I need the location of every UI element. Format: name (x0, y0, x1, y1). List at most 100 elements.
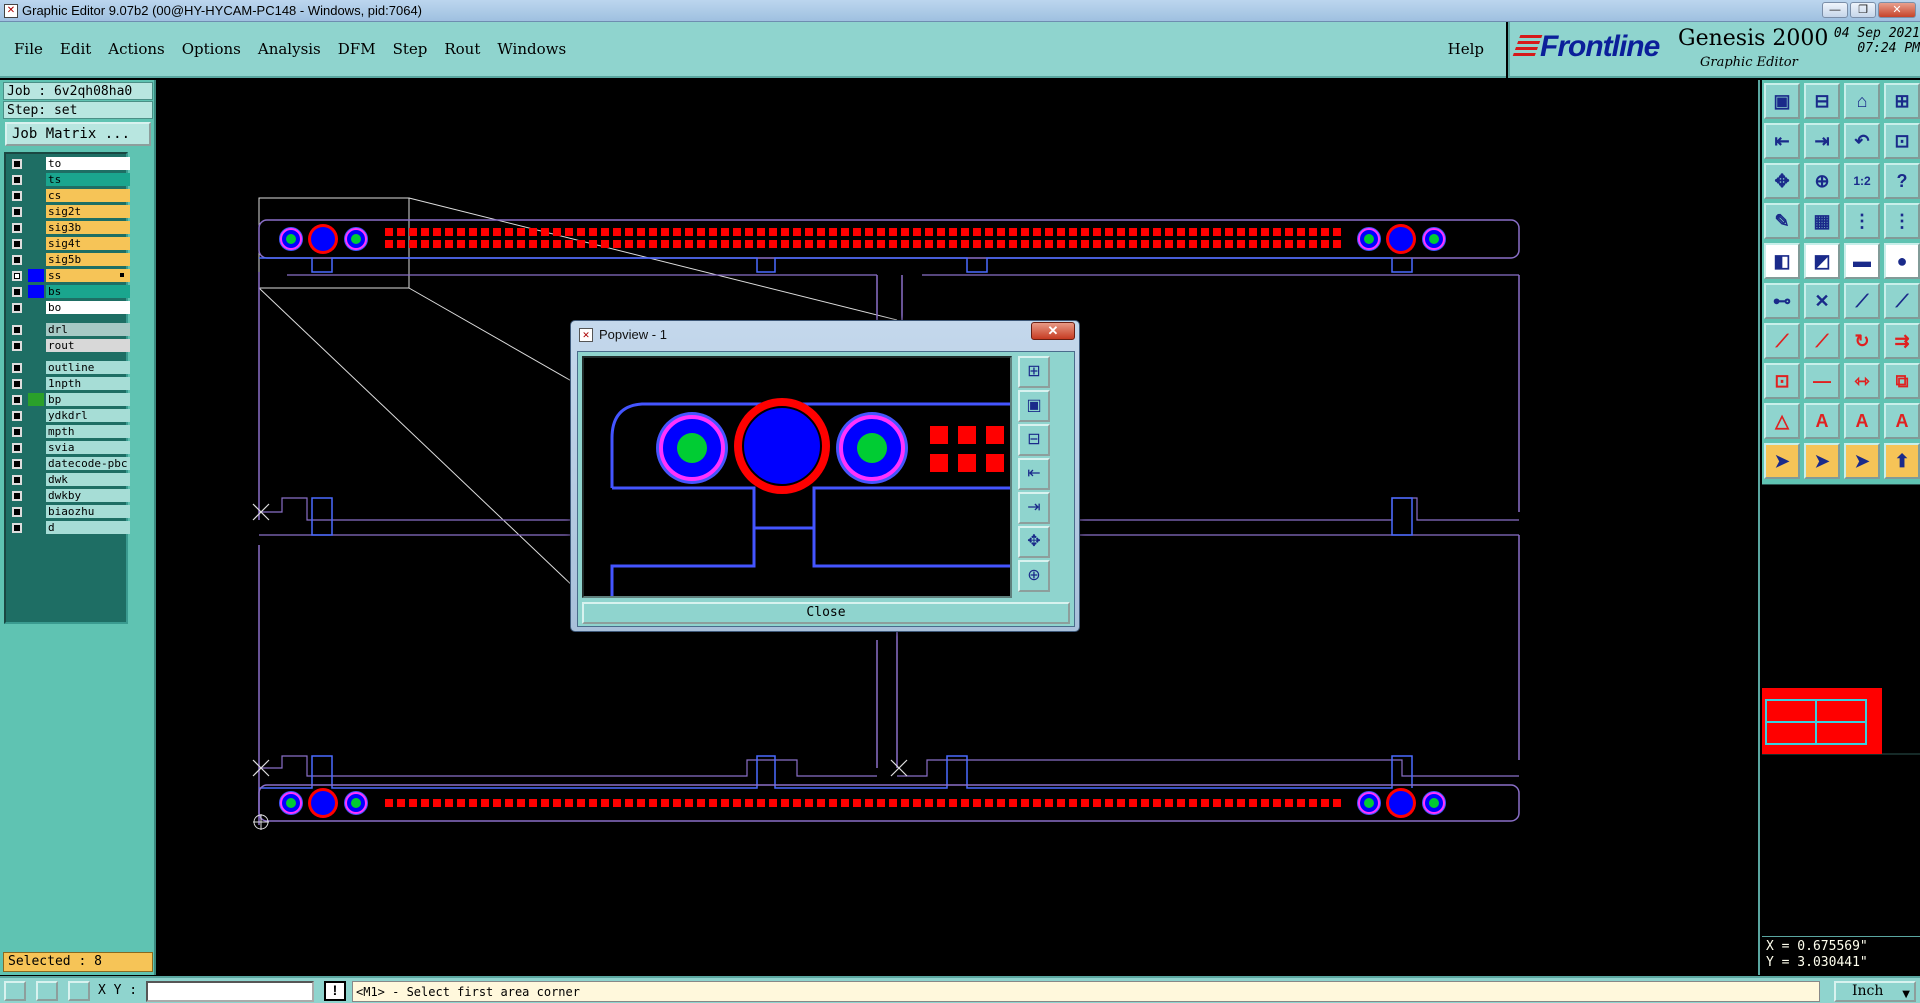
layer-color-swatch[interactable] (28, 473, 44, 486)
drawing-icon[interactable]: ◩ (1804, 243, 1840, 279)
help-icon[interactable]: ? (1884, 163, 1920, 199)
one-to-two-icon[interactable]: 1:2 (1844, 163, 1880, 199)
layer-row[interactable]: ts (8, 172, 130, 187)
layer-row[interactable]: bs (8, 284, 130, 299)
pan-left-icon[interactable]: ⇤ (1764, 123, 1800, 159)
popview-left-icon[interactable]: ⇤ (1018, 458, 1050, 490)
layer-checkbox[interactable] (12, 207, 22, 217)
connect-icon[interactable]: ⊷ (1764, 283, 1800, 319)
line-node-icon[interactable]: ⟋ (1844, 283, 1880, 319)
layer-checkbox[interactable] (12, 341, 22, 351)
layer-row[interactable]: ss (8, 268, 130, 283)
layer-name[interactable]: bo (46, 301, 130, 314)
layer-checkbox[interactable] (12, 427, 22, 437)
arc-a-icon[interactable]: A (1804, 403, 1840, 439)
overview-map[interactable] (1762, 484, 1920, 934)
layer-color-swatch[interactable] (28, 441, 44, 454)
layer-row[interactable]: sig2t (8, 204, 130, 219)
layer-row[interactable]: dwk (8, 472, 130, 487)
maximize-icon[interactable]: ❐ (1850, 2, 1876, 18)
popview-center-icon[interactable]: ⊕ (1018, 560, 1050, 592)
layer-row[interactable]: mpth (8, 424, 130, 439)
layer-name[interactable]: 1npth (46, 377, 130, 390)
layer-row[interactable]: dwkby (8, 488, 130, 503)
layer-name[interactable]: ss (46, 269, 130, 282)
menu-help[interactable]: Help (1448, 40, 1484, 58)
layer-checkbox[interactable] (12, 271, 22, 281)
layer-row[interactable]: outline (8, 360, 130, 375)
rotate-icon[interactable]: ↻ (1844, 323, 1880, 359)
units-select[interactable]: Inch ▼ (1834, 981, 1916, 1002)
layer-color-swatch[interactable] (28, 157, 44, 170)
layer-color-swatch[interactable] (28, 173, 44, 186)
layer-checkbox[interactable] (12, 175, 22, 185)
layer-name[interactable]: mpth (46, 425, 130, 438)
job-matrix-button[interactable]: Job Matrix ... (5, 122, 151, 146)
layer-color-swatch[interactable] (28, 285, 44, 298)
layer-checkbox[interactable] (12, 379, 22, 389)
layer-name[interactable]: datecode-pbc (46, 457, 130, 470)
pointer-area-icon[interactable]: ➤ (1844, 443, 1880, 479)
zoom-fit-icon[interactable]: ✥ (1764, 163, 1800, 199)
layer-checkbox[interactable] (12, 395, 22, 405)
menu-edit[interactable]: Edit (60, 40, 91, 58)
square-node-icon[interactable]: ⊡ (1764, 363, 1800, 399)
layer-color-swatch[interactable] (28, 205, 44, 218)
layer-color-swatch[interactable] (28, 505, 44, 518)
zoom-box-icon[interactable] (4, 981, 26, 1001)
arc-c-icon[interactable]: A (1884, 403, 1920, 439)
layer-row[interactable]: cs (8, 188, 130, 203)
layer-color-swatch[interactable] (28, 377, 44, 390)
minus-icon[interactable]: — (1804, 363, 1840, 399)
layer-color-swatch[interactable] (28, 189, 44, 202)
layer-color-swatch[interactable] (28, 409, 44, 422)
menu-options[interactable]: Options (182, 40, 241, 58)
layer-name[interactable]: sig2t (46, 205, 130, 218)
layer-checkbox[interactable] (12, 191, 22, 201)
layer-name[interactable]: outline (46, 361, 130, 374)
layer-name[interactable]: ydkdrl (46, 409, 130, 422)
zoom-home-icon[interactable]: ▣ (1764, 83, 1800, 119)
layer-row[interactable]: 1npth (8, 376, 130, 391)
layer-name[interactable]: ts (46, 173, 130, 186)
layer-row[interactable]: bo (8, 300, 130, 315)
filter-icon[interactable]: ⋮ (1884, 203, 1920, 239)
layer-name[interactable]: bp (46, 393, 130, 406)
layer-name[interactable]: sig3b (46, 221, 130, 234)
pad-icon[interactable]: ● (1884, 243, 1920, 279)
layer-row[interactable]: sig3b (8, 220, 130, 235)
layer-name[interactable]: drl (46, 323, 130, 336)
layer-name[interactable]: d (46, 521, 130, 534)
popview-home-icon[interactable]: ▣ (1018, 390, 1050, 422)
menu-file[interactable]: File (14, 40, 43, 58)
layer-row[interactable]: svia (8, 440, 130, 455)
pointer-icon[interactable]: ➤ (1764, 443, 1800, 479)
pointer-select-icon[interactable]: ➤ (1804, 443, 1840, 479)
layer-checkbox[interactable] (12, 223, 22, 233)
layer-row[interactable]: rout (8, 338, 130, 353)
layer-row[interactable]: ydkdrl (8, 408, 130, 423)
menu-dfm[interactable]: DFM (338, 40, 376, 58)
layers-icon[interactable]: ⋮ (1844, 203, 1880, 239)
layer-name[interactable]: sig4t (46, 237, 130, 250)
layer-color-swatch[interactable] (28, 425, 44, 438)
cross-icon[interactable]: ✕ (1804, 283, 1840, 319)
grid-snap-icon[interactable] (68, 981, 90, 1001)
layer-color-swatch[interactable] (28, 393, 44, 406)
layer-color-swatch[interactable] (28, 521, 44, 534)
layer-checkbox[interactable] (12, 507, 22, 517)
layer-checkbox[interactable] (12, 239, 22, 249)
layer-name[interactable]: sig5b (46, 253, 130, 266)
menu-windows[interactable]: Windows (497, 40, 566, 58)
layer-checkbox[interactable] (12, 443, 22, 453)
zoom-redraw-icon[interactable]: ⊟ (1804, 83, 1840, 119)
layer-color-swatch[interactable] (28, 253, 44, 266)
route-icon[interactable]: ⬆ (1884, 443, 1920, 479)
layer-color-swatch[interactable] (28, 361, 44, 374)
home-icon[interactable]: ⌂ (1844, 83, 1880, 119)
menu-analysis[interactable]: Analysis (258, 40, 321, 58)
menu-step[interactable]: Step (393, 40, 428, 58)
layer-color-swatch[interactable] (28, 221, 44, 234)
layer-checkbox[interactable] (12, 363, 22, 373)
layer-color-swatch[interactable] (28, 339, 44, 352)
